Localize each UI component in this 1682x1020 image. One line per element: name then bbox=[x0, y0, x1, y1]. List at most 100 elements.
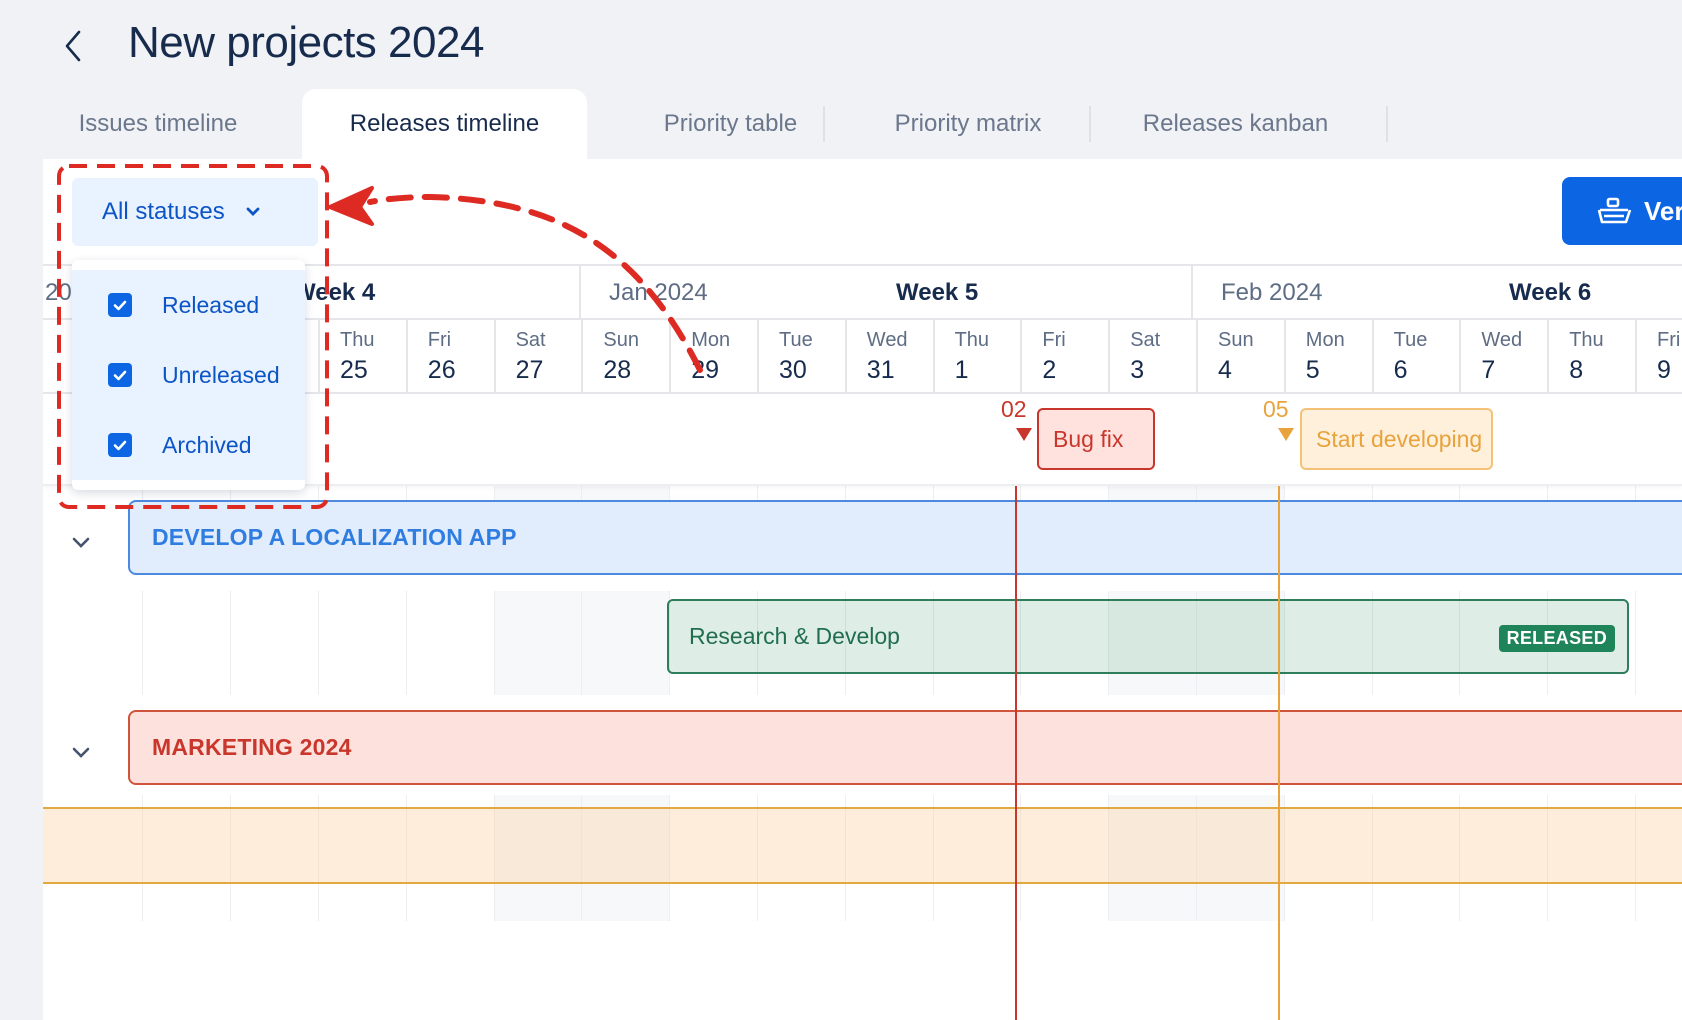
back-button[interactable] bbox=[58, 24, 88, 68]
day-date: 25 bbox=[340, 356, 368, 384]
collapse-group-button[interactable] bbox=[66, 528, 96, 558]
day-date: 4 bbox=[1218, 356, 1232, 384]
month-label: 20 bbox=[45, 279, 72, 306]
group-bar-marketing-2024[interactable]: MARKETING 2024 bbox=[128, 710, 1682, 785]
collapse-group-button[interactable] bbox=[66, 738, 96, 768]
checkmark-icon bbox=[113, 440, 127, 450]
day-name: Sat bbox=[515, 329, 546, 351]
month-label: Feb 2024 bbox=[1221, 279, 1323, 306]
marker-date: 02 bbox=[1001, 396, 1027, 422]
day-name: Thu bbox=[954, 329, 990, 351]
status-filter-dropdown[interactable]: All statuses bbox=[72, 178, 318, 246]
header-divider bbox=[579, 266, 581, 320]
release-bar-research-develop[interactable]: Research & Develop RELEASED bbox=[667, 599, 1629, 674]
release-marker-start-developing[interactable]: Start developing bbox=[1300, 408, 1493, 470]
day-name: Fri bbox=[1657, 329, 1681, 351]
day-name: Sun bbox=[603, 329, 639, 351]
status-badge: RELEASED bbox=[1498, 625, 1615, 652]
tab-bar: Issues timeline Releases timeline Priori… bbox=[43, 89, 1682, 159]
marker-date: 05 bbox=[1263, 396, 1289, 422]
checkmark-icon bbox=[113, 300, 127, 310]
tab-priority-table[interactable]: Priority table bbox=[603, 89, 858, 159]
day-name: Mon bbox=[691, 329, 731, 351]
day-column-header: Sat 3 bbox=[1108, 320, 1196, 392]
option-label: Archived bbox=[162, 431, 252, 458]
day-name: Sun bbox=[1218, 329, 1254, 351]
day-date: 5 bbox=[1305, 356, 1320, 384]
day-date: 3 bbox=[1130, 356, 1145, 384]
page-title: New projects 2024 bbox=[128, 18, 484, 67]
day-name: Mon bbox=[1305, 329, 1345, 351]
tab-releases-kanban[interactable]: Releases kanban bbox=[1103, 89, 1368, 159]
day-name: Fri bbox=[1042, 329, 1066, 351]
week-label: Week 6 bbox=[1509, 279, 1592, 306]
day-column-header: Fri 26 bbox=[405, 320, 494, 392]
marker-line-start-developing bbox=[1278, 486, 1280, 1020]
header-divider bbox=[1191, 266, 1193, 320]
option-label: Unreleased bbox=[162, 361, 280, 388]
day-date: 2 bbox=[1042, 356, 1057, 384]
ship-icon bbox=[1597, 197, 1632, 224]
day-name: Fri bbox=[427, 329, 452, 351]
tab-divider bbox=[1386, 106, 1388, 142]
day-date: 29 bbox=[691, 356, 719, 384]
day-date: 31 bbox=[866, 356, 895, 384]
chevron-down-icon bbox=[72, 747, 90, 758]
day-column-header: Thu 1 bbox=[932, 320, 1021, 392]
day-name: Tue bbox=[779, 329, 813, 351]
day-date: 6 bbox=[1393, 356, 1408, 384]
day-column-header: Thu 8 bbox=[1547, 320, 1635, 392]
versions-button[interactable]: Ver bbox=[1562, 177, 1682, 245]
day-date: 8 bbox=[1569, 356, 1584, 384]
day-column-header: Fri 9 bbox=[1635, 320, 1682, 392]
day-date: 7 bbox=[1481, 356, 1496, 384]
day-name: Tue bbox=[1393, 329, 1428, 351]
tab-issues-timeline[interactable]: Issues timeline bbox=[43, 89, 273, 159]
day-column-header: Sun 28 bbox=[581, 320, 669, 392]
day-date: 26 bbox=[427, 356, 456, 384]
day-column-header: Mon 5 bbox=[1283, 320, 1372, 392]
option-label: Released bbox=[162, 291, 260, 318]
group-bar-develop-localization-app[interactable]: DEVELOP A LOCALIZATION APP bbox=[128, 500, 1682, 575]
day-name: Sat bbox=[1130, 329, 1161, 351]
day-column-header: Thu 25 bbox=[318, 320, 406, 392]
week-label: Week 5 bbox=[896, 279, 979, 306]
day-column-header: Tue 30 bbox=[757, 320, 845, 392]
tab-releases-timeline[interactable]: Releases timeline bbox=[302, 89, 587, 159]
tab-priority-matrix[interactable]: Priority matrix bbox=[843, 89, 1093, 159]
status-option-released[interactable]: Released bbox=[72, 270, 305, 340]
week-label: Week 4 bbox=[293, 279, 376, 306]
status-option-archived[interactable]: Archived bbox=[72, 410, 305, 480]
day-name: Thu bbox=[1569, 329, 1604, 351]
release-marker-bug-fix[interactable]: Bug fix bbox=[1037, 408, 1155, 470]
chevron-down-icon bbox=[246, 207, 260, 216]
status-filter-menu: Released Unreleased Archived bbox=[72, 260, 305, 490]
checkbox-checked[interactable] bbox=[108, 363, 132, 387]
day-date: 1 bbox=[954, 356, 969, 384]
day-column-header: Sun 4 bbox=[1196, 320, 1284, 392]
day-name: Wed bbox=[1481, 329, 1523, 351]
marker-pointer-icon bbox=[1278, 428, 1294, 441]
day-column-header: Tue 6 bbox=[1371, 320, 1460, 392]
marker-pointer-icon bbox=[1016, 428, 1032, 441]
status-filter-label: All statuses bbox=[102, 198, 225, 225]
day-column-header: Sat 27 bbox=[493, 320, 582, 392]
month-label: Jan 2024 bbox=[609, 279, 708, 306]
versions-button-label: Ver bbox=[1644, 195, 1682, 226]
day-name: Wed bbox=[866, 329, 908, 351]
day-column-header: Mon 29 bbox=[669, 320, 757, 392]
tab-divider bbox=[1089, 106, 1091, 142]
day-date: 9 bbox=[1657, 356, 1671, 384]
status-option-unreleased[interactable]: Unreleased bbox=[72, 340, 305, 410]
checkmark-icon bbox=[113, 370, 127, 380]
chevron-down-icon bbox=[72, 537, 90, 548]
day-column-header: Wed 31 bbox=[844, 320, 933, 392]
day-date: 28 bbox=[603, 356, 632, 384]
day-date: 30 bbox=[779, 356, 807, 384]
checkbox-checked[interactable] bbox=[108, 433, 132, 457]
day-date: 27 bbox=[515, 356, 544, 384]
tab-divider bbox=[823, 106, 825, 142]
marketing-release-row bbox=[43, 807, 1682, 884]
checkbox-checked[interactable] bbox=[108, 293, 132, 317]
day-column-header: Fri 2 bbox=[1020, 320, 1108, 392]
